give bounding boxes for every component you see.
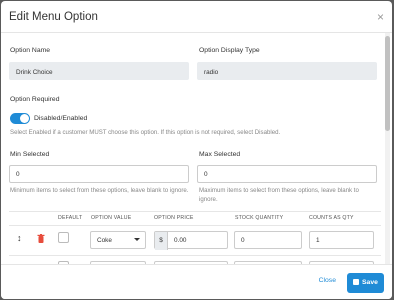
display-type-field: radio [197, 62, 377, 80]
currency-addon: $ [155, 232, 168, 250]
max-selected-help: Maximum items to select from these optio… [199, 187, 359, 203]
save-icon [353, 279, 359, 285]
stock-quantity-input[interactable]: 0 [234, 231, 302, 249]
header-stock-quantity: STOCK QUANTITY [235, 215, 284, 221]
max-selected-label: Max Selected [199, 151, 241, 158]
toggle-knob [20, 114, 29, 123]
max-selected-input[interactable]: 0 [197, 165, 377, 183]
option-name-field: Drink Choice [9, 62, 189, 80]
option-required-help: Select Enabled if a customer MUST choose… [10, 129, 281, 136]
header-option-value: OPTION VALUE [91, 215, 132, 221]
delete-icon[interactable] [37, 234, 45, 245]
toggle-label: Disabled/Enabled [34, 115, 88, 122]
min-selected-help: Minimum items to select from these optio… [10, 187, 189, 194]
save-label: Save [362, 279, 378, 286]
min-selected-input[interactable]: 0 [9, 165, 189, 183]
header-counts-as-qty: COUNTS AS QTY [309, 215, 354, 221]
close-button[interactable]: Close [319, 277, 336, 284]
modal-title: Edit Menu Option [9, 11, 98, 23]
display-type-label: Option Display Type [199, 47, 260, 54]
scrollbar-thumb[interactable] [385, 36, 390, 131]
modal-footer: Close Save [1, 264, 392, 299]
edit-menu-option-modal: Edit Menu Option × Option Name Drink Cho… [1, 1, 392, 299]
header-option-price: OPTION PRICE [154, 215, 194, 221]
drag-handle-icon[interactable]: ↕ [17, 233, 22, 243]
table-header-divider [9, 225, 381, 226]
option-price-input[interactable]: $ 0.00 [154, 231, 228, 250]
counts-as-qty-input[interactable]: 1 [309, 231, 374, 249]
option-value-select[interactable]: Coke [90, 231, 146, 249]
table-row-divider [9, 255, 381, 256]
modal-body: Option Name Drink Choice Option Display … [1, 33, 385, 265]
option-required-label: Option Required [10, 96, 60, 103]
modal-header: Edit Menu Option × [1, 1, 392, 33]
option-price-text: 0.00 [174, 237, 187, 244]
close-icon[interactable]: × [377, 10, 384, 24]
scrollbar[interactable] [385, 33, 390, 265]
save-button[interactable]: Save [347, 273, 384, 293]
option-value-text: Coke [97, 237, 112, 244]
chevron-down-icon [134, 238, 140, 241]
table-top-divider [9, 211, 381, 212]
min-selected-label: Min Selected [10, 151, 50, 158]
option-name-label: Option Name [10, 47, 51, 54]
header-default: DEFAULT [58, 215, 83, 221]
default-checkbox[interactable] [58, 232, 69, 243]
option-required-toggle[interactable] [10, 113, 30, 124]
